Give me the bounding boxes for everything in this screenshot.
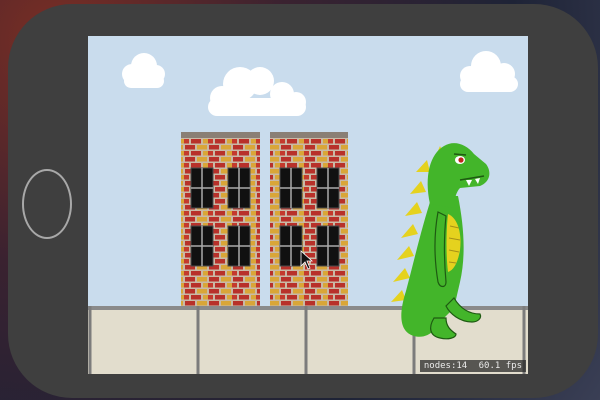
phone-frame: nodes:14 60.1 fps	[8, 4, 598, 398]
game-screen[interactable]: nodes:14 60.1 fps	[88, 36, 528, 374]
right-building	[270, 132, 348, 316]
game-scene[interactable]	[88, 36, 528, 374]
fps-counter: 60.1 fps	[478, 361, 522, 371]
debug-stats-overlay: nodes:14 60.1 fps	[419, 360, 526, 372]
left-building	[181, 132, 260, 316]
home-button[interactable]	[22, 169, 72, 239]
node-count: nodes:14	[423, 361, 468, 371]
